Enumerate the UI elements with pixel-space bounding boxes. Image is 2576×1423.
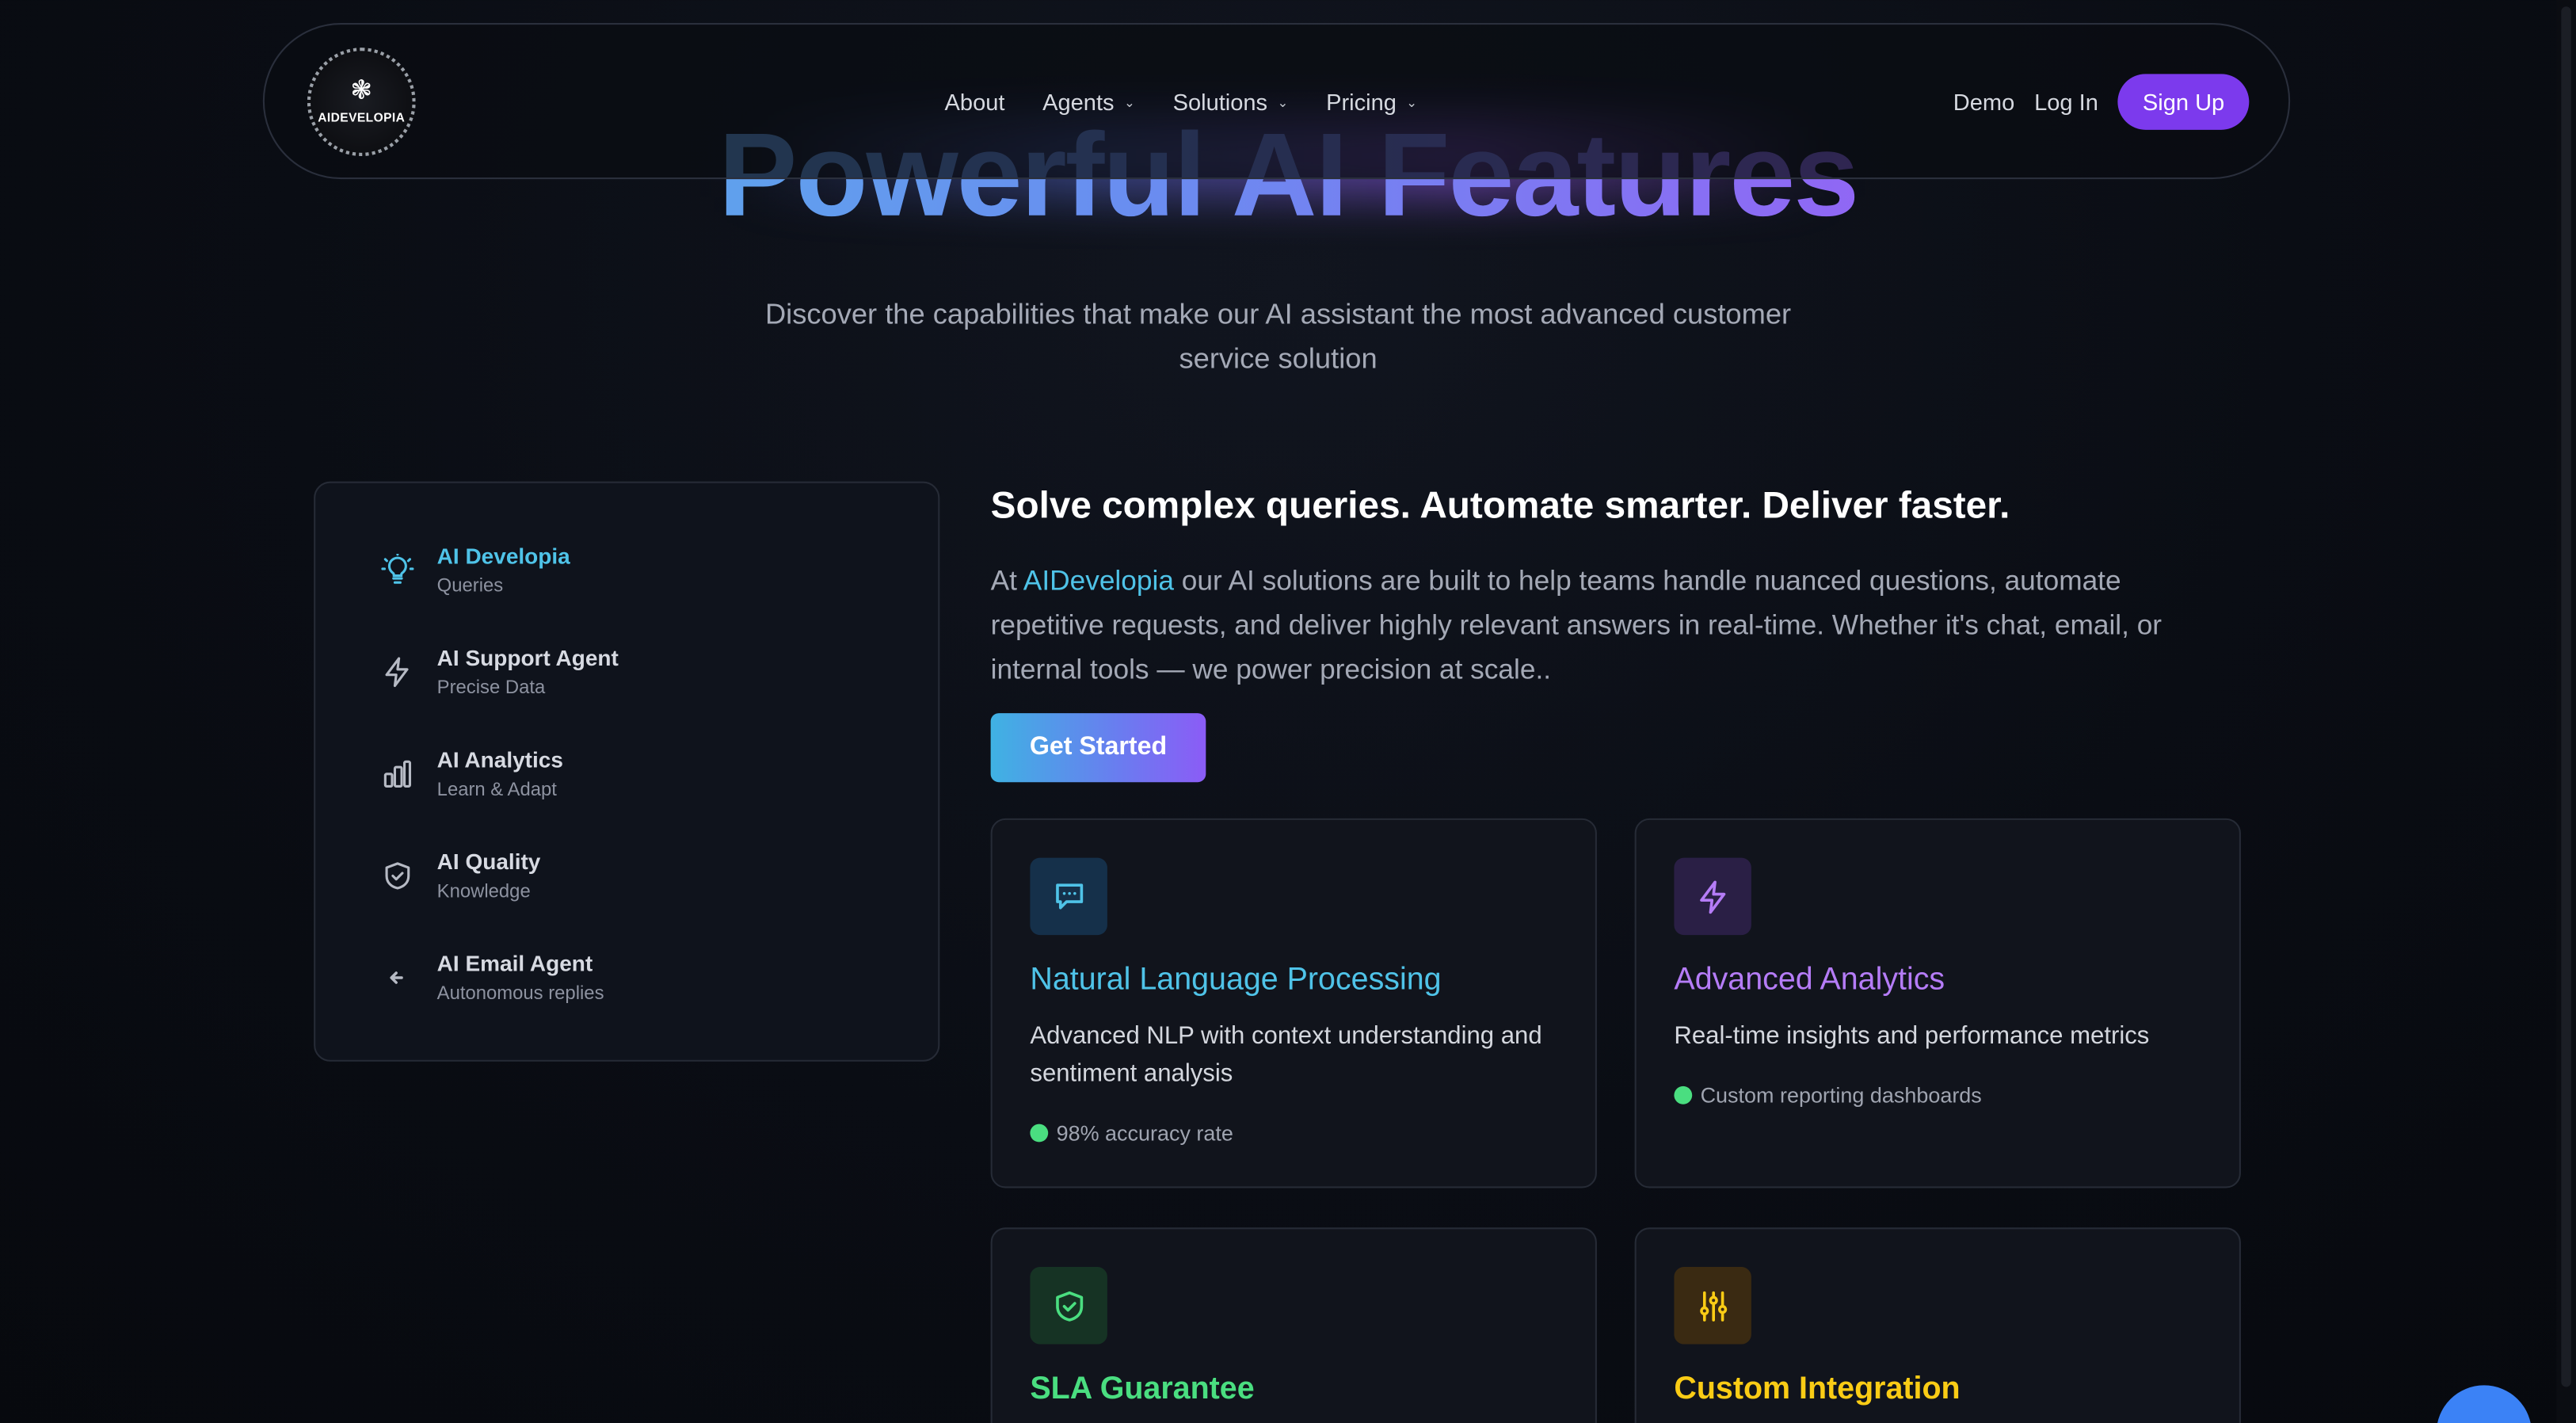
sidebar-item-title: AI Support Agent	[436, 646, 619, 671]
card-feature: 98% accuracy rate	[1030, 1120, 1233, 1146]
card-feature-label: 98% accuracy rate	[1056, 1120, 1233, 1146]
nav-link-label: About	[944, 88, 1005, 116]
scrollbar-thumb[interactable]	[2561, 6, 2571, 1387]
feature-card-nlp: Natural Language Processing Advanced NLP…	[990, 818, 1597, 1188]
sidebar-item-title: AI Email Agent	[436, 951, 593, 976]
nav-links: About Agents ⌄ Solutions ⌄ Pricing ⌄	[945, 89, 1418, 115]
section-description: At AIDevelopia our AI solutions are buil…	[991, 559, 2239, 692]
arrow-left-icon	[390, 971, 403, 984]
login-link[interactable]: Log In	[2034, 89, 2098, 115]
status-dot	[1030, 1124, 1049, 1143]
get-started-button[interactable]: Get Started	[990, 713, 1206, 783]
card-title: SLA Guarantee	[1030, 1371, 1255, 1407]
shield-check-icon	[1055, 1290, 1083, 1321]
navbar: ❃ AIDEVELOPIA About Agents ⌄ Solutions ⌄…	[262, 23, 2291, 180]
status-dot	[1674, 1085, 1693, 1104]
feature-card-integration: Custom Integration	[1634, 1227, 2241, 1423]
nav-link-pricing[interactable]: Pricing ⌄	[1326, 89, 1417, 115]
card-icon-box	[1674, 857, 1751, 936]
card-icon-box	[1030, 1267, 1107, 1345]
chevron-down-icon: ⌄	[1406, 94, 1418, 109]
card-text: Real-time insights and performance metri…	[1674, 1022, 2150, 1051]
card-icon-box	[1030, 857, 1107, 936]
nav-link-label: Agents	[1042, 88, 1115, 116]
lightning-icon	[1699, 879, 1725, 914]
sidebar-item-desc: Learn & Adapt	[436, 780, 557, 801]
feature-card-analytics: Advanced Analytics Real-time insights an…	[1634, 818, 2241, 1188]
logo-text: AIDEVELOPIA	[318, 109, 406, 125]
lightning-icon	[385, 657, 409, 688]
brand-link[interactable]: AIDevelopia	[1023, 565, 1174, 596]
card-icon-box	[1674, 1267, 1751, 1345]
bar-chart-icon	[383, 760, 412, 788]
nav-link-solutions[interactable]: Solutions ⌄	[1173, 89, 1289, 115]
section-headline: Solve complex queries. Automate smarter.…	[990, 483, 2010, 526]
sidebar-item-ai-email-agent[interactable]: AI Email Agent Autonomous replies	[381, 950, 604, 1008]
sidebar-item-desc: Queries	[436, 576, 504, 597]
sliders-icon	[1699, 1290, 1727, 1321]
shield-check-icon	[385, 862, 410, 890]
sidebar-item-title: AI Quality	[436, 849, 541, 875]
description-prefix: At	[990, 565, 1023, 597]
signup-button[interactable]: Sign Up	[2117, 74, 2250, 130]
demo-link[interactable]: Demo	[1953, 89, 2014, 115]
feature-card-sla: SLA Guarantee	[990, 1227, 1597, 1423]
sidebar-item-ai-analytics[interactable]: AI Analytics Learn & Adapt	[381, 746, 563, 804]
sidebar-item-ai-quality[interactable]: AI Quality Knowledge	[381, 848, 540, 906]
card-feature-label: Custom reporting dashboards	[1700, 1082, 1982, 1108]
sidebar-item-ai-support-agent[interactable]: AI Support Agent Precise Data	[381, 644, 619, 702]
nav-link-label: Pricing	[1326, 88, 1397, 116]
card-title: Natural Language Processing	[1030, 963, 1442, 998]
nav-actions: Demo Log In Sign Up	[1953, 74, 2250, 130]
card-title: Custom Integration	[1674, 1371, 1961, 1407]
card-title: Advanced Analytics	[1674, 963, 1945, 998]
sidebar-item-desc: Precise Data	[436, 678, 546, 699]
chevron-down-icon: ⌄	[1124, 94, 1135, 109]
card-feature: Custom reporting dashboards	[1674, 1082, 1982, 1108]
logo[interactable]: ❃ AIDEVELOPIA	[307, 48, 416, 157]
sidebar-item-ai-developia[interactable]: AI Developia Queries	[381, 542, 570, 600]
sidebar-item-title: AI Analytics	[436, 747, 563, 773]
feature-sidebar: AI Developia Queries AI Support Agent Pr…	[314, 481, 940, 1062]
nav-link-about[interactable]: About	[945, 89, 1005, 115]
chevron-down-icon: ⌄	[1277, 94, 1289, 109]
sidebar-item-desc: Knowledge	[436, 882, 531, 902]
lightbulb-icon	[381, 553, 414, 584]
chat-icon	[1055, 883, 1083, 909]
logo-flower-icon: ❃	[350, 77, 373, 105]
hero-subtitle: Discover the capabilities that make our …	[764, 297, 1792, 375]
nav-link-agents[interactable]: Agents ⌄	[1042, 89, 1135, 115]
scrollbar[interactable]	[2556, 0, 2576, 1423]
nav-link-label: Solutions	[1172, 88, 1268, 116]
sidebar-item-desc: Autonomous replies	[436, 984, 604, 1005]
card-text: Advanced NLP with context understanding …	[1030, 1022, 1542, 1088]
chat-launcher-button[interactable]	[2436, 1385, 2532, 1423]
sidebar-item-title: AI Developia	[436, 544, 570, 569]
